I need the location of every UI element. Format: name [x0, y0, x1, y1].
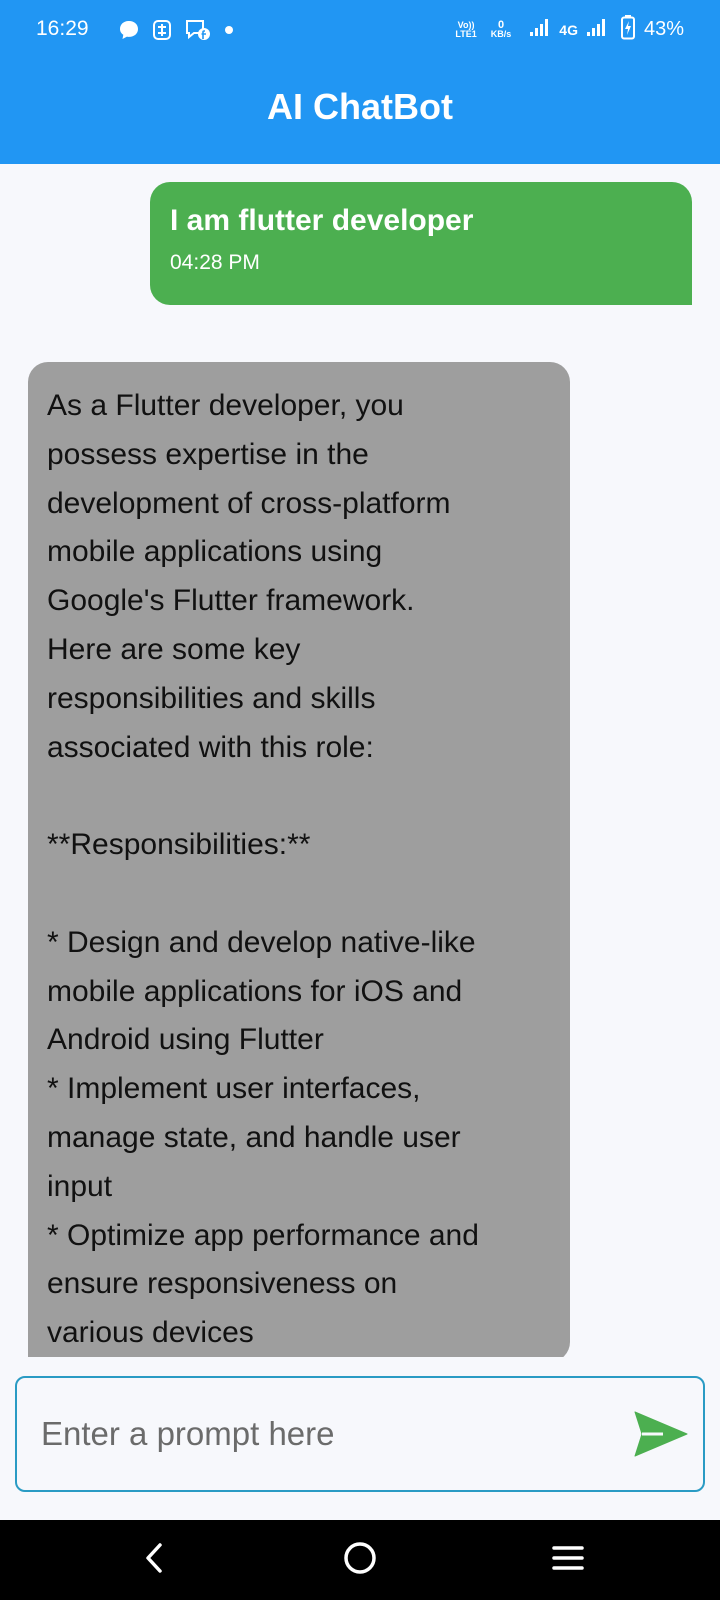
page-title: AI ChatBot: [267, 86, 453, 127]
notification-icons: [118, 18, 234, 42]
chat-list[interactable]: I am flutter developer 04:28 PM As a Flu…: [0, 164, 720, 1357]
network-type: 4G: [559, 21, 578, 38]
prompt-input-container: [15, 1376, 705, 1492]
user-message-text: I am flutter developer: [170, 204, 474, 237]
recent-apps-button[interactable]: [544, 1536, 592, 1584]
signal-icon: [529, 17, 551, 42]
menu-icon: [552, 1545, 584, 1576]
send-button[interactable]: [633, 1410, 689, 1458]
dot-icon: [224, 25, 234, 35]
bot-message-bubble: As a Flutter developer, you possess expe…: [28, 362, 570, 1357]
data-rate-indicator: 0 KB/s: [490, 18, 512, 39]
signal-icon-2: [586, 17, 608, 42]
status-time: 16:29: [36, 17, 89, 40]
battery-percent: 43%: [643, 18, 684, 40]
prompt-input[interactable]: [39, 1378, 629, 1490]
volte-indicator: Vo)) LTE1: [455, 19, 477, 39]
back-icon: [142, 1542, 166, 1579]
send-icon: [633, 1411, 689, 1461]
user-message-bubble: I am flutter developer 04:28 PM: [150, 182, 692, 305]
home-icon: [343, 1541, 377, 1580]
sync-icon: [152, 18, 172, 42]
back-button[interactable]: [130, 1536, 178, 1584]
battery-charging-icon: [620, 14, 636, 45]
home-button[interactable]: [336, 1536, 384, 1584]
status-bar: 16:29 Vo)) LTE1 0 KB/s 4G 43%: [0, 0, 720, 62]
user-message-time: 04:28 PM: [170, 251, 260, 274]
app-bar: AI ChatBot: [0, 62, 720, 164]
status-indicators: Vo)) LTE1 0 KB/s 4G 43%: [455, 14, 684, 45]
chat-bubble-icon: [118, 19, 140, 41]
system-nav-bar: [0, 1520, 720, 1600]
bot-message-text: As a Flutter developer, you possess expe…: [47, 389, 479, 1350]
facebook-messenger-icon: [184, 18, 212, 42]
